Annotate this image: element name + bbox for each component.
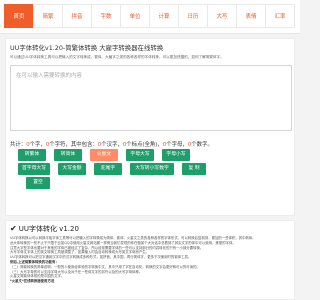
top-bar: 首页 简繁 拼音 字数 单位 计算 日历 大写 表情 汇率 [0, 0, 300, 34]
info-line: *火星文*在线转换器使用方法 [10, 279, 55, 284]
nav-item[interactable]: 单位 [120, 4, 150, 28]
input-textarea[interactable] [10, 65, 292, 131]
info-title-text: UU字体转化 v1.20 [18, 225, 79, 233]
nav-item[interactable]: 计算 [149, 4, 179, 28]
check-icon: ✔ [10, 224, 17, 233]
convert-button[interactable]: 字母大写 [126, 149, 154, 161]
convert-button[interactable]: 复 制 [182, 163, 206, 175]
convert-button[interactable]: 火星文 [90, 149, 118, 161]
stat-chars-label: 个字， [29, 142, 46, 148]
tool-description: 可以通过UU字体转换工具可以把输入的文字转换成，繁体、大雇字之类的各种各样的字体… [10, 55, 224, 59]
nav-item[interactable]: 日历 [178, 4, 208, 28]
nav-item[interactable]: 首页 [4, 4, 34, 28]
convert-button[interactable]: 转简体 [54, 149, 82, 161]
convert-button[interactable]: 置空 [26, 177, 50, 189]
stat-digits-label: 个数字。 [191, 142, 213, 148]
info-card: ✔ UU字体转化 v1.20 UU字体转换以可以转换平板字体工具等可以把输入的字转… [5, 220, 295, 300]
stats-line: 共计：0个字，0个字符，其中包含：0个汉字，0个标点(全角)，0个字母，0个数字… [10, 140, 213, 148]
stat-chinese-label: 个汉字， [101, 142, 123, 148]
convert-button[interactable]: 大写转小写数字 [130, 163, 174, 175]
info-text: UU字体转换以可以转换平板字体工具等可以把输入的字转换成为简体、繁体、火星文之类… [10, 236, 292, 284]
convert-button[interactable]: 驼尾字 [94, 163, 122, 175]
stat-punct-label: 个标点(全角)， [126, 142, 163, 148]
nav-item[interactable]: 字数 [91, 4, 121, 28]
convert-button[interactable]: 转繁体 [18, 149, 46, 161]
nav-item[interactable]: 简繁 [33, 4, 63, 28]
convert-button[interactable]: 字母小写 [162, 149, 190, 161]
stat-letters-label: 个字符，其中包含： [49, 142, 98, 148]
nav-item[interactable]: 大写 [207, 4, 237, 28]
convert-button[interactable]: 首字母大写 [18, 163, 50, 175]
stat-lower-label: 个字母， [166, 142, 188, 148]
nav-item[interactable]: 表情 [236, 4, 266, 28]
main-nav: 首页 简繁 拼音 字数 单位 计算 日历 大写 表情 汇率 [4, 4, 295, 28]
info-title: ✔ UU字体转化 v1.20 [10, 224, 79, 234]
page-title: UU字体转化v1.20-简繁体转换 大雇字转换器在线转换 [10, 44, 164, 52]
nav-item[interactable]: 拼音 [62, 4, 92, 28]
converter-card: UU字体转化v1.20-简繁体转换 大雇字转换器在线转换 可以通过UU字体转换工… [5, 38, 295, 216]
nav-item[interactable]: 汇率 [265, 4, 295, 28]
convert-button[interactable]: 大写金额 [58, 163, 86, 175]
stats-prefix: 共计： [10, 142, 27, 148]
